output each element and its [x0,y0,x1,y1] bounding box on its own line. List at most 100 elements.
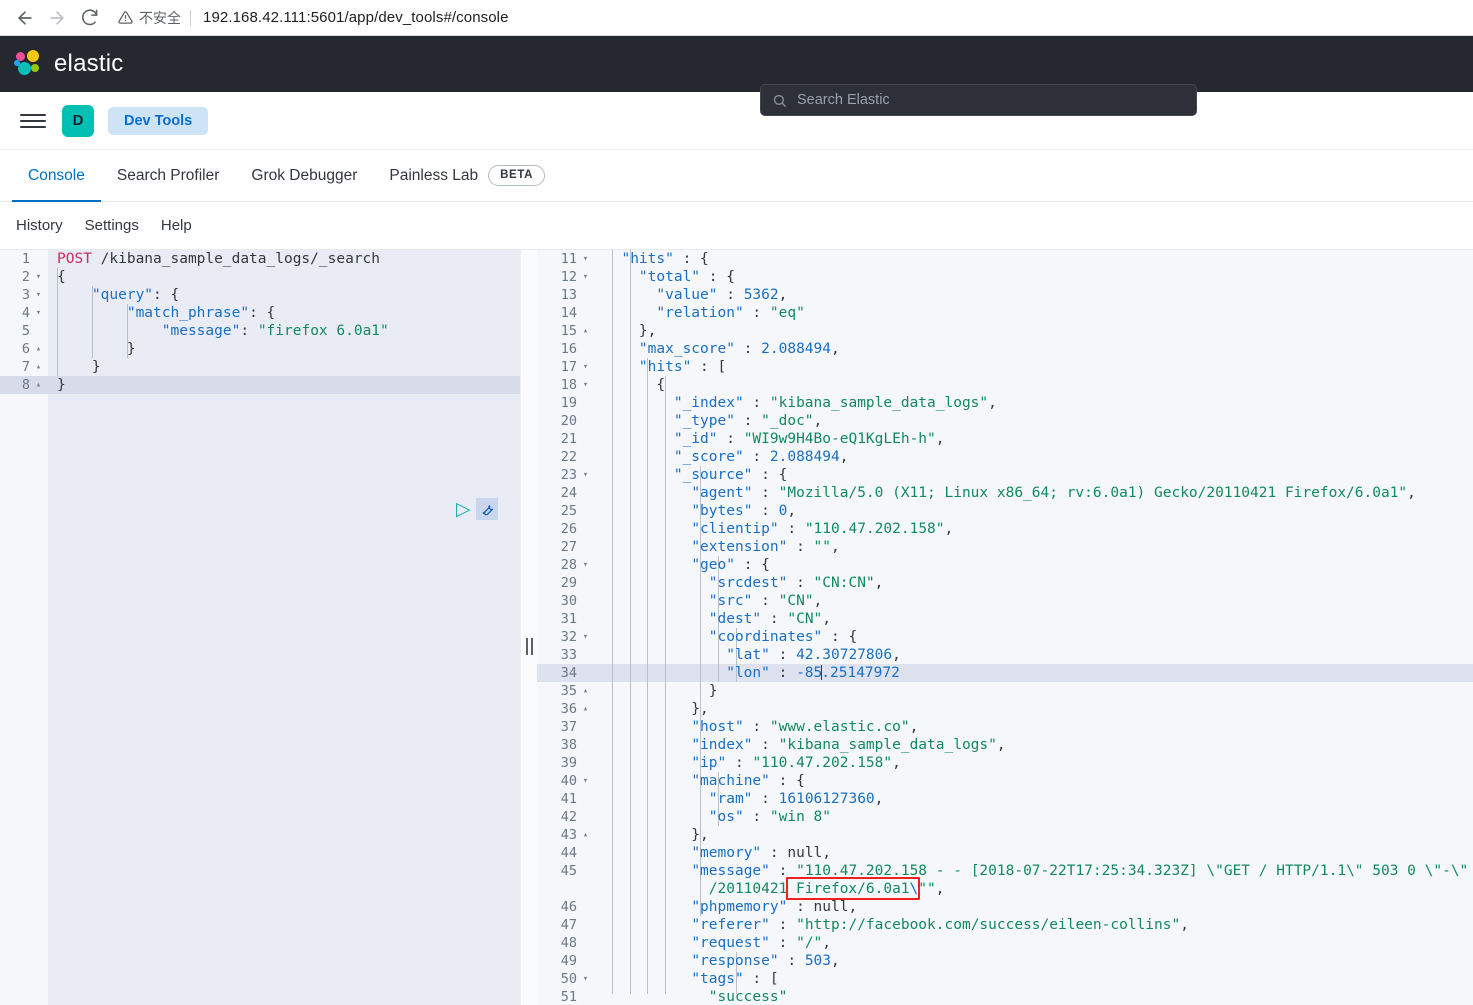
code-line[interactable]: 17 ▾ "hits" : [ [537,358,1473,376]
line-number[interactable]: 44 [537,844,595,862]
forward-button[interactable] [42,3,72,33]
code-line[interactable]: 16 "max_score" : 2.088494, [537,340,1473,358]
fold-toggle-icon[interactable]: ▾ [34,286,43,304]
code-line[interactable]: 6 ▴ } [0,340,520,358]
line-number[interactable]: 6 ▴ [0,340,48,358]
line-number[interactable]: 12 ▾ [537,268,595,286]
line-number[interactable]: 34 [537,664,595,682]
line-number[interactable]: 20 [537,412,595,430]
reload-button[interactable] [74,3,104,33]
line-number[interactable]: 25 [537,502,595,520]
sub-nav-history[interactable]: History [16,217,63,234]
line-number[interactable]: 43 ▴ [537,826,595,844]
line-number[interactable]: 4 ▾ [0,304,48,322]
line-number[interactable]: 14 [537,304,595,322]
line-number[interactable]: 41 [537,790,595,808]
fold-toggle-icon[interactable]: ▴ [34,376,43,394]
code-line[interactable]: 12 ▾ "total" : { [537,268,1473,286]
code-line[interactable]: 19 "_index" : "kibana_sample_data_logs", [537,394,1473,412]
line-number[interactable]: 36 ▴ [537,700,595,718]
code-line[interactable]: 46 "phpmemory" : null, [537,898,1473,916]
fold-toggle-icon[interactable]: ▾ [581,970,590,988]
fold-toggle-icon[interactable]: ▾ [34,304,43,322]
wrench-icon[interactable] [476,498,498,520]
code-line[interactable]: 2 ▾ { [0,268,520,286]
line-number[interactable]: 49 [537,952,595,970]
line-number[interactable]: 50 ▾ [537,970,595,988]
fold-toggle-icon[interactable]: ▾ [581,556,590,574]
fold-toggle-icon[interactable]: ▾ [581,772,590,790]
line-number[interactable]: 22 [537,448,595,466]
line-number[interactable]: 7 ▴ [0,358,48,376]
line-number[interactable]: 30 [537,592,595,610]
fold-toggle-icon[interactable]: ▾ [581,250,590,268]
line-number[interactable]: 26 [537,520,595,538]
fold-toggle-icon[interactable]: ▴ [581,682,590,700]
line-number[interactable]: 29 [537,574,595,592]
line-number[interactable]: 31 [537,610,595,628]
code-line[interactable]: 13 "value" : 5362, [537,286,1473,304]
code-line[interactable]: 24 "agent" : "Mozilla/5.0 (X11; Linux x8… [537,484,1473,502]
code-line[interactable]: 51 "success" [537,988,1473,1005]
line-number[interactable]: 24 [537,484,595,502]
line-number[interactable]: 32 ▾ [537,628,595,646]
fold-toggle-icon[interactable]: ▾ [581,268,590,286]
drag-handle-icon[interactable] [526,638,533,655]
code-line[interactable]: 23 ▾ "_source" : { [537,466,1473,484]
code-line[interactable]: 37 "host" : "www.elastic.co", [537,718,1473,736]
code-line[interactable]: 26 "clientip" : "110.47.202.158", [537,520,1473,538]
space-avatar[interactable]: D [62,104,94,137]
line-number[interactable]: 27 [537,538,595,556]
code-line[interactable]: 7 ▴ } [0,358,520,376]
line-number[interactable]: 19 [537,394,595,412]
line-number[interactable]: 47 [537,916,595,934]
code-line[interactable]: 43 ▴ }, [537,826,1473,844]
code-line[interactable]: 15 ▴ }, [537,322,1473,340]
line-number[interactable]: 23 ▾ [537,466,595,484]
code-line[interactable]: 39 "ip" : "110.47.202.158", [537,754,1473,772]
hamburger-menu-icon[interactable] [18,106,48,136]
code-line[interactable]: 21 "_id" : "WI9w9H4Bo-eQ1KgLEh-h", [537,430,1473,448]
code-line[interactable]: 44 "memory" : null, [537,844,1473,862]
line-number[interactable]: 5 [0,322,48,340]
line-number[interactable]: 37 [537,718,595,736]
line-number[interactable]: 16 [537,340,595,358]
tab-search-profiler[interactable]: Search Profiler [101,151,236,202]
code-line[interactable]: 47 "referer" : "http://facebook.com/succ… [537,916,1473,934]
line-number[interactable]: 40 ▾ [537,772,595,790]
code-line[interactable]: 8 ▴} [0,376,520,394]
fold-toggle-icon[interactable]: ▴ [581,826,590,844]
line-number[interactable]: 1 [0,250,48,268]
code-line[interactable]: 27 "extension" : "", [537,538,1473,556]
line-number[interactable]: 13 [537,286,595,304]
code-line[interactable]: 25 "bytes" : 0, [537,502,1473,520]
sub-nav-settings[interactable]: Settings [85,217,139,234]
back-button[interactable] [10,3,40,33]
fold-toggle-icon[interactable]: ▾ [581,466,590,484]
fold-toggle-icon[interactable]: ▾ [34,268,43,286]
line-number[interactable]: 38 [537,736,595,754]
line-number[interactable]: 46 [537,898,595,916]
line-number[interactable]: 42 [537,808,595,826]
fold-toggle-icon[interactable]: ▴ [34,340,43,358]
line-number[interactable]: 39 [537,754,595,772]
address-bar[interactable]: 不安全 192.168.42.111:5601/app/dev_tools#/c… [114,4,1463,32]
line-number[interactable]: 8 ▴ [0,376,48,394]
code-line[interactable]: 4 ▾ "match_phrase": { [0,304,520,322]
code-line[interactable]: 31 "dest" : "CN", [537,610,1473,628]
code-line[interactable]: 35 ▴ } [537,682,1473,700]
tab-console[interactable]: Console [12,151,101,202]
fold-toggle-icon[interactable]: ▴ [581,322,590,340]
pane-splitter[interactable] [520,250,537,1005]
line-number[interactable]: 35 ▴ [537,682,595,700]
line-number[interactable]: 15 ▴ [537,322,595,340]
code-line[interactable]: 29 "srcdest" : "CN:CN", [537,574,1473,592]
tab-grok-debugger[interactable]: Grok Debugger [235,151,373,202]
breadcrumb-app-name[interactable]: Dev Tools [108,106,209,135]
code-line[interactable]: 32 ▾ "coordinates" : { [537,628,1473,646]
line-number[interactable]: 45 [537,862,595,880]
code-line[interactable]: 42 "os" : "win 8" [537,808,1473,826]
line-number[interactable]: 11 ▾ [537,250,595,268]
code-line[interactable]: 45 "message" : "110.47.202.158 - - [2018… [537,862,1473,898]
code-line[interactable]: 5 "message": "firefox 6.0a1" [0,322,520,340]
